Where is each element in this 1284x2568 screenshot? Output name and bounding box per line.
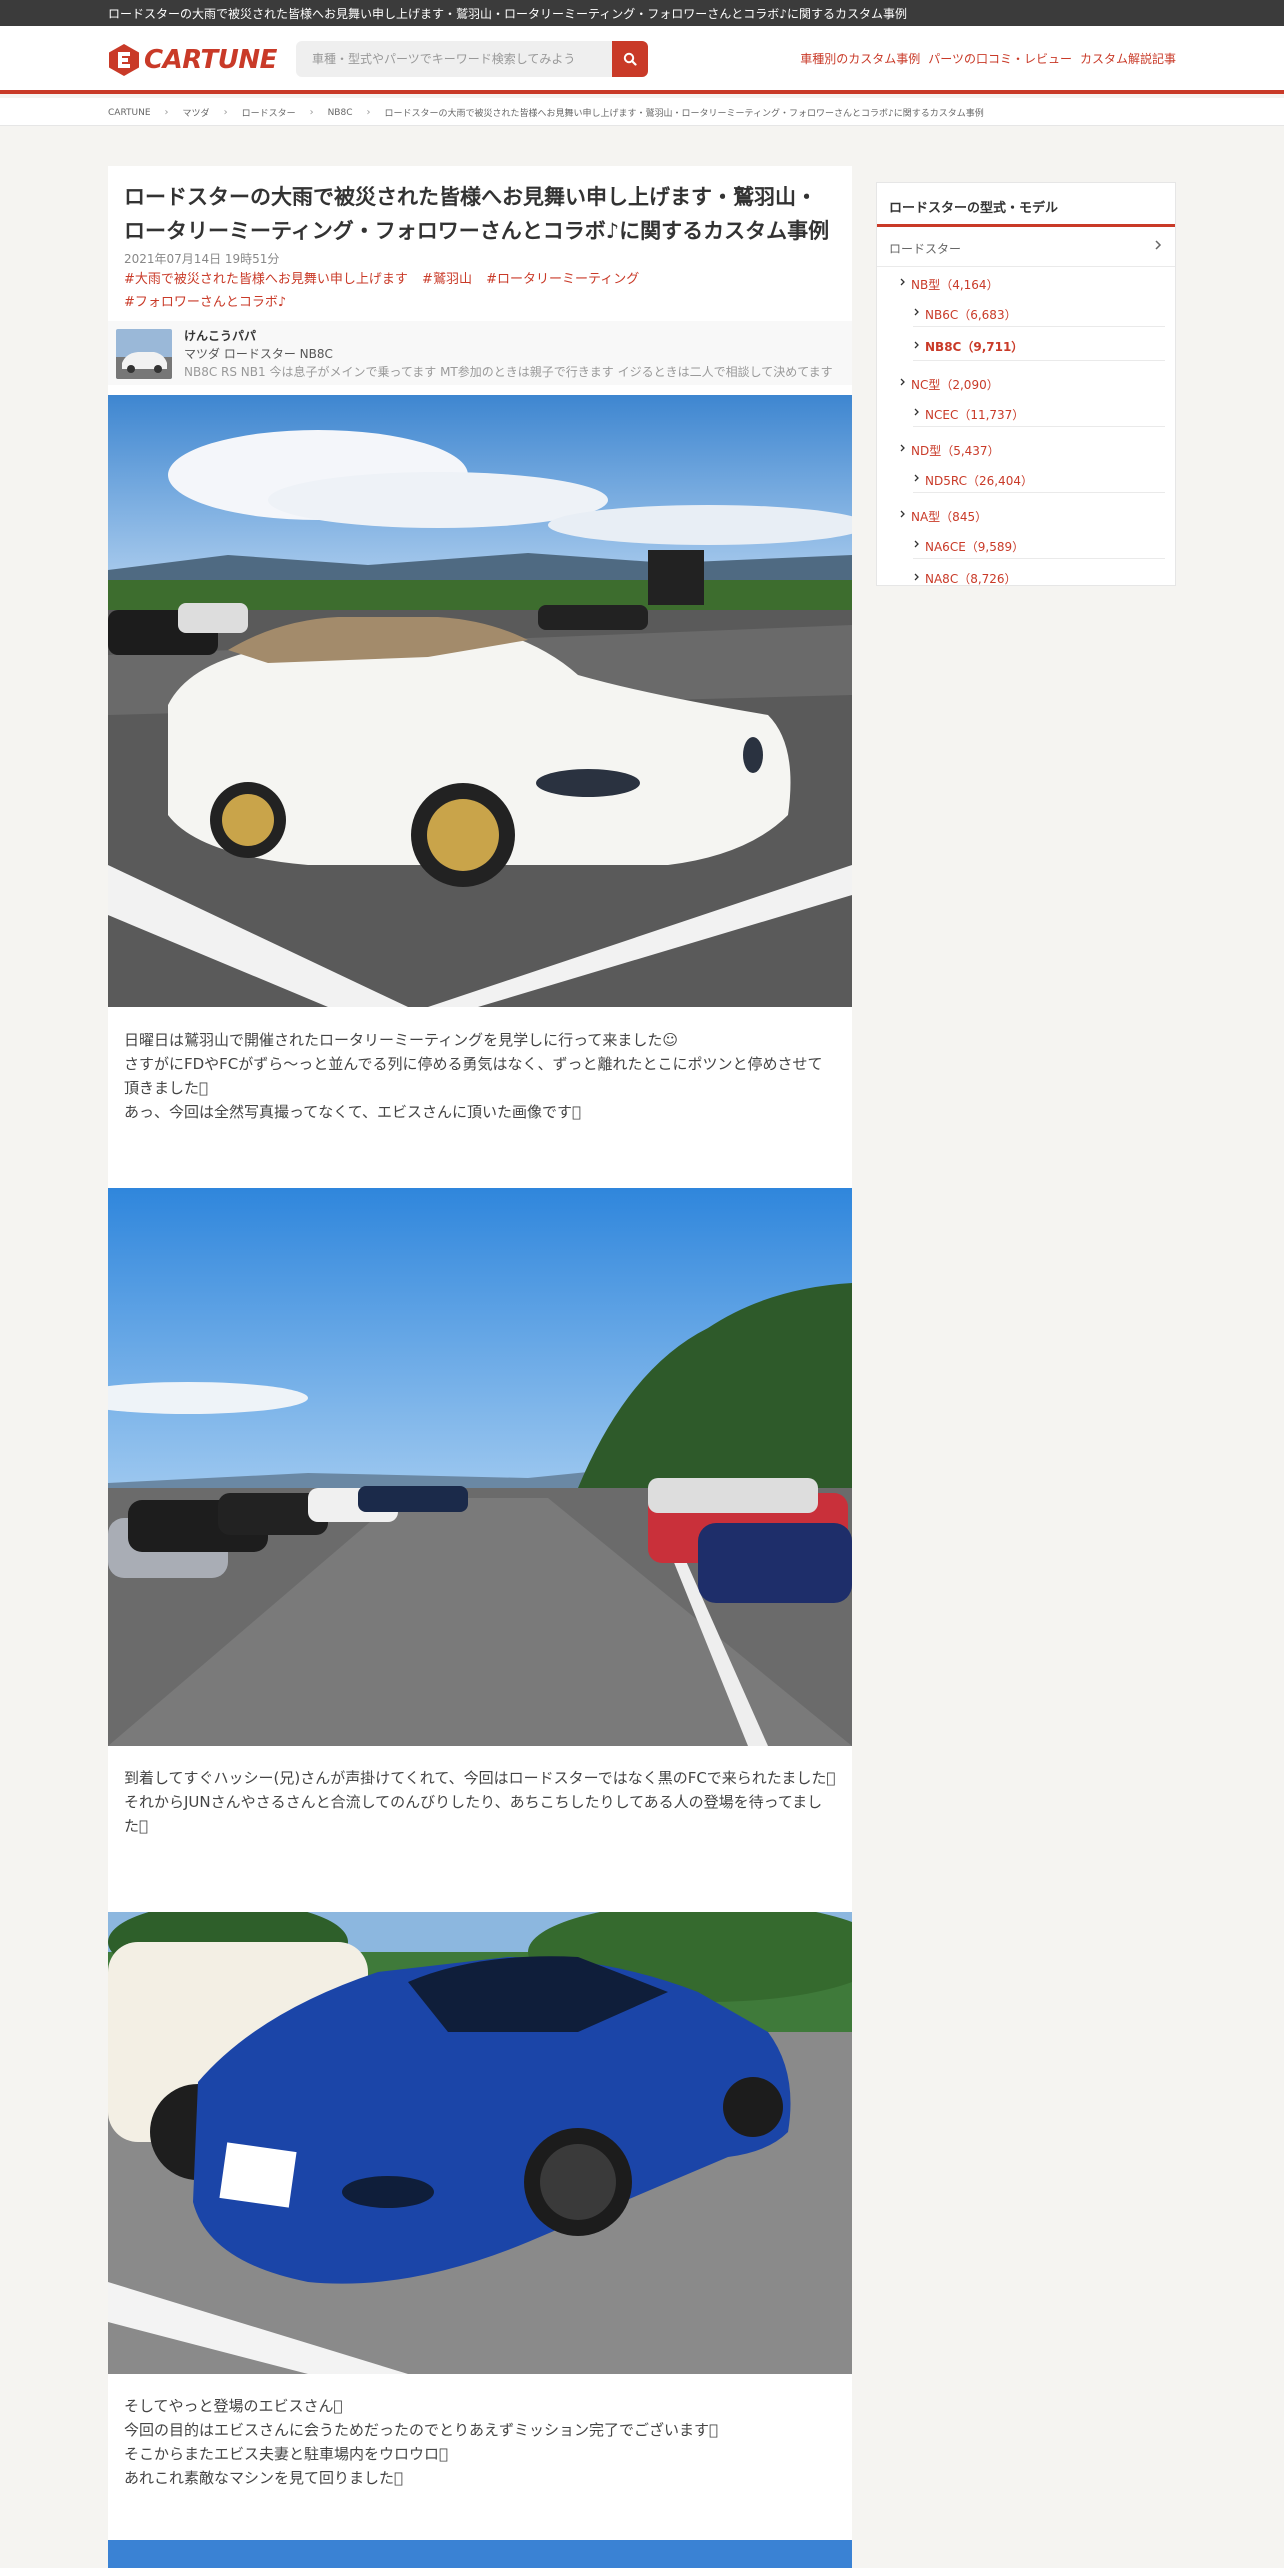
paragraph-line: あっ、今回は全然写真撮ってなくて、エビスさんに頂いた画像です􀀀	[124, 1103, 582, 1121]
article-photo[interactable]	[108, 1912, 852, 2374]
chevron-right-icon	[900, 510, 905, 518]
site-header: CARTUNE 車種別のカスタム事例 パーツの口コミ・レビュー カスタム解説記事	[0, 26, 1284, 94]
nav-parts-reviews[interactable]: パーツの口コミ・レビュー	[928, 50, 1072, 67]
site-logo[interactable]: CARTUNE	[108, 42, 277, 78]
chevron-right-icon	[914, 540, 919, 548]
chevron-right-icon	[900, 378, 905, 386]
chevron-right-icon: ›	[309, 107, 314, 118]
article-photo[interactable]	[108, 395, 852, 1007]
sidebar-item-na6ce[interactable]: NA6CE（9,589）	[913, 529, 1165, 559]
author-description: NB8C RS NB1 今は息子がメインで乗ってます MT参加のときは親子で行き…	[184, 365, 833, 379]
sidebar-item-label: NA6CE（9,589）	[925, 540, 1025, 554]
paragraph-line: 今回の目的はエビスさんに会うためだったのでとりあえずミッション完了でございます􀀀	[124, 2421, 719, 2439]
sidebar-item-nb8c[interactable]: NB8C（9,711）	[913, 327, 1165, 361]
chevron-right-icon	[914, 573, 919, 581]
sidebar-item-label: ロードスター	[889, 242, 962, 256]
sidebar-item-label: NCEC（11,737）	[925, 408, 1025, 422]
post-date: 2021年07月14日 19時51分	[124, 252, 280, 266]
chevron-right-icon: ›	[366, 107, 371, 118]
sidebar-item-nd5rc[interactable]: ND5RC（26,404）	[913, 463, 1165, 493]
sidebar-item-na[interactable]: NA型（845）	[899, 499, 1165, 529]
tag-link[interactable]: #大雨で被災された皆様へお見舞い申し上げます	[124, 272, 408, 287]
sidebar-item-label: NB8C（9,711）	[925, 340, 1024, 354]
breadcrumb-item-maker[interactable]: マツダ	[183, 106, 210, 119]
sidebar-item-nd[interactable]: ND型（5,437）	[899, 433, 1165, 463]
header-nav: 車種別のカスタム事例 パーツの口コミ・レビュー カスタム解説記事	[800, 50, 1176, 67]
nav-articles[interactable]: カスタム解説記事	[1080, 50, 1176, 67]
breadcrumb-item-model[interactable]: ロードスター	[242, 106, 296, 119]
breadcrumb: CARTUNE › マツダ › ロードスター › NB8C › ロードスターの大…	[0, 98, 1284, 126]
paragraph-line: そしてやっと登場のエビスさん􀀀	[124, 2397, 343, 2415]
search-button[interactable]	[612, 41, 648, 77]
article-paragraph: そしてやっと登場のエビスさん􀀀 今回の目的はエビスさんに会うためだったのでとりあ…	[124, 2394, 836, 2490]
top-announcement-text: ロードスターの大雨で被災された皆様へお見舞い申し上げます・鷲羽山・ロータリーミー…	[108, 7, 907, 21]
sidebar-title: ロードスターの型式・モデル	[877, 183, 1175, 227]
chevron-right-icon: ›	[164, 107, 169, 118]
sidebar-item-label: NB6C（6,683）	[925, 308, 1017, 322]
sidebar-item-label: ND型（5,437）	[911, 444, 1000, 458]
author-car: マツダ ロードスター NB8C	[184, 347, 333, 361]
paragraph-line: 日曜日は鷲羽山で開催されたロータリーミーティングを見学しに行って来ました☺	[124, 1031, 678, 1049]
paragraph-line: そこからまたエビス夫妻と駐車場内をウロウロ􀀀	[124, 2445, 449, 2463]
paragraph-line: 到着してすぐハッシー(兄)さんが声掛けてくれて、今回はロードスターではなく黒のF…	[124, 1769, 836, 1787]
sidebar-item-ncec[interactable]: NCEC（11,737）	[913, 397, 1165, 427]
sidebar-item-label: NB型（4,164）	[911, 278, 999, 292]
nav-custom-cases[interactable]: 車種別のカスタム事例	[800, 50, 920, 67]
sidebar-item-nc[interactable]: NC型（2,090）	[899, 367, 1165, 397]
avatar	[116, 329, 172, 379]
chevron-right-icon	[914, 308, 919, 316]
chevron-right-icon	[1155, 240, 1162, 250]
paragraph-line: それからJUNさんやさるさんと合流してのんびりしたり、あちこちしたりしてある人の…	[124, 1793, 823, 1835]
sidebar-item-nb[interactable]: NB型（4,164）	[899, 267, 1165, 297]
tag-link[interactable]: #鷲羽山	[422, 272, 472, 287]
sidebar-item-nb6c[interactable]: NB6C（6,683）	[913, 297, 1165, 327]
chevron-right-icon	[914, 341, 919, 349]
paragraph-line: あれこれ素敵なマシンを見て回りました􀀀	[124, 2469, 404, 2487]
cartune-logo-icon	[108, 43, 140, 77]
sidebar-item-na8c[interactable]: NA8C（8,726）	[913, 559, 1165, 593]
logo-text: CARTUNE	[144, 45, 277, 75]
sidebar-item-label: NC型（2,090）	[911, 378, 999, 392]
author-card[interactable]: けんこうパパ マツダ ロードスター NB8C NB8C RS NB1 今は息子が…	[108, 321, 852, 385]
chevron-right-icon: ›	[223, 107, 228, 118]
author-name: けんこうパパ	[184, 329, 257, 343]
search-box	[296, 41, 648, 77]
breadcrumb-item-home[interactable]: CARTUNE	[108, 108, 151, 118]
search-icon	[623, 52, 637, 66]
paragraph-line: さすがにFDやFCがずら～っと並んでる列に停める勇気はなく、ずっと離れたとこにポ…	[124, 1055, 823, 1097]
breadcrumb-item-type[interactable]: NB8C	[328, 108, 353, 118]
sidebar-item-label: NA8C（8,726）	[925, 572, 1017, 586]
sidebar-item-parent[interactable]: ロードスター	[877, 227, 1175, 267]
tag-link[interactable]: #ロータリーミーティング	[486, 272, 639, 287]
breadcrumb-item-current: ロードスターの大雨で被災された皆様へお見舞い申し上げます・鷲羽山・ロータリーミー…	[384, 109, 984, 119]
article-photo[interactable]	[108, 2540, 852, 2568]
chevron-right-icon	[914, 474, 919, 482]
sidebar-item-label: ND5RC（26,404）	[925, 474, 1033, 488]
chevron-right-icon	[900, 278, 905, 286]
article-card: ロードスターの大雨で被災された皆様へお見舞い申し上げます・鷲羽山・ロータリーミー…	[108, 166, 852, 2568]
page-title: ロードスターの大雨で被災された皆様へお見舞い申し上げます・鷲羽山・ロータリーミー…	[124, 185, 830, 243]
top-announcement-bar: ロードスターの大雨で被災された皆様へお見舞い申し上げます・鷲羽山・ロータリーミー…	[0, 0, 1284, 26]
sidebar-item-label: NA型（845）	[911, 510, 988, 524]
tag-link[interactable]: #フォロワーさんとコラボ♪	[124, 295, 286, 310]
chevron-right-icon	[900, 444, 905, 452]
search-input[interactable]	[296, 41, 612, 77]
model-sidebar: ロードスターの型式・モデル ロードスター NB型（4,164） NB6C（6,6…	[876, 182, 1176, 586]
chevron-right-icon	[914, 408, 919, 416]
article-paragraph: 日曜日は鷲羽山で開催されたロータリーミーティングを見学しに行って来ました☺ さす…	[124, 1028, 836, 1124]
tag-list: #大雨で被災された皆様へお見舞い申し上げます #鷲羽山 #ロータリーミーティング…	[124, 268, 836, 314]
article-paragraph: 到着してすぐハッシー(兄)さんが声掛けてくれて、今回はロードスターではなく黒のF…	[124, 1766, 836, 1838]
article-photo[interactable]	[108, 1188, 852, 1746]
